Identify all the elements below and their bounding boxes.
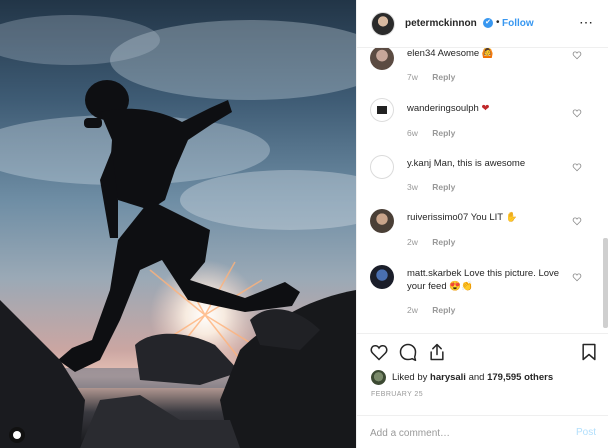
verified-icon: ✔ <box>483 18 493 28</box>
follow-button[interactable]: Follow <box>502 18 534 29</box>
comment-meta: 7w Reply <box>407 72 455 82</box>
commenter-avatar[interactable] <box>370 98 394 122</box>
commenter-avatar[interactable] <box>370 155 394 179</box>
comment-body: elen34 Awesome 🙆 <box>407 48 567 60</box>
more-options-icon[interactable]: ⋯ <box>579 14 594 31</box>
comment-text: Awesome 🙆 <box>437 48 494 59</box>
post-date[interactable]: FEBRUARY 25 <box>371 391 423 398</box>
liked-by-row: Liked by harysali and 179,595 others <box>371 369 553 385</box>
post-actions: Liked by harysali and 179,595 others FEB… <box>357 333 608 448</box>
comment-text: You LIT ✋ <box>470 212 518 223</box>
like-comment-icon[interactable] <box>572 162 582 172</box>
add-comment-bar: Post <box>357 415 608 448</box>
liked-by-and: and <box>468 371 485 383</box>
comment-icon[interactable] <box>398 342 418 362</box>
comment-meta: 3w Reply <box>407 182 455 192</box>
comment-age: 2w <box>407 305 418 315</box>
commenter-avatar[interactable] <box>370 48 394 70</box>
user-tag-icon[interactable] <box>9 427 25 443</box>
reply-button[interactable]: Reply <box>432 182 455 192</box>
reply-button[interactable]: Reply <box>432 128 455 138</box>
comments-scrollbar[interactable] <box>603 238 608 328</box>
reply-button[interactable]: Reply <box>432 237 455 247</box>
reply-button[interactable]: Reply <box>432 72 455 82</box>
author-avatar[interactable] <box>371 12 395 36</box>
header-separator: • <box>496 17 500 28</box>
commenter-avatar[interactable] <box>370 265 394 289</box>
liker-username[interactable]: harysali <box>430 372 466 383</box>
comment-body: matt.skarbek Love this picture. Love you… <box>407 267 567 293</box>
comment-text: ❤ <box>481 103 490 114</box>
comment-age: 3w <box>407 182 418 192</box>
comment-body: y.kanj Man, this is awesome <box>407 157 567 170</box>
commenter-avatar[interactable] <box>370 209 394 233</box>
comment-text: Man, this is awesome <box>433 158 526 169</box>
photo-artwork <box>0 15 356 448</box>
brand-logo-icon <box>377 106 387 114</box>
heart-icon[interactable] <box>369 342 389 362</box>
comment-age: 6w <box>407 128 418 138</box>
comment-age: 7w <box>407 72 418 82</box>
comment-username[interactable]: y.kanj <box>407 158 431 169</box>
comment-body: wanderingsoulph ❤ <box>407 102 567 115</box>
likes-count[interactable]: 179,595 others <box>487 372 553 383</box>
bookmark-icon[interactable] <box>579 342 599 362</box>
comment-meta: 2w Reply <box>407 305 455 315</box>
comment-username[interactable]: ruiverissimo07 <box>407 212 468 223</box>
comment-meta: 6w Reply <box>407 128 455 138</box>
post-comment-button[interactable]: Post <box>576 427 596 438</box>
instagram-post-view: petermckinnon ✔ • Follow ⋯ elen34 Awesom… <box>0 0 608 448</box>
like-comment-icon[interactable] <box>572 108 582 118</box>
add-comment-input[interactable] <box>370 425 560 441</box>
post-photo[interactable] <box>0 0 356 448</box>
like-comment-icon[interactable] <box>572 272 582 282</box>
comment-age: 2w <box>407 237 418 247</box>
post-header: petermckinnon ✔ • Follow ⋯ <box>357 0 608 48</box>
liker-avatar[interactable] <box>371 369 386 385</box>
comments-list[interactable]: elen34 Awesome 🙆 7w Reply wanderingsoulp… <box>357 48 603 332</box>
liked-by-prefix: Liked by <box>392 371 428 383</box>
share-icon[interactable] <box>427 342 447 362</box>
comment-meta: 2w Reply <box>407 237 455 247</box>
like-comment-icon[interactable] <box>572 216 582 226</box>
liked-by-text[interactable]: Liked by harysali and 179,595 others <box>392 372 553 383</box>
like-comment-icon[interactable] <box>572 50 582 60</box>
comment-body: ruiverissimo07 You LIT ✋ <box>407 211 567 224</box>
post-side-panel: petermckinnon ✔ • Follow ⋯ elen34 Awesom… <box>356 0 608 448</box>
author-username[interactable]: petermckinnon <box>405 18 477 29</box>
comment-username[interactable]: wanderingsoulph <box>407 103 479 114</box>
reply-button[interactable]: Reply <box>432 305 455 315</box>
comment-username[interactable]: elen34 <box>407 48 436 59</box>
comment-username[interactable]: matt.skarbek <box>407 268 461 279</box>
